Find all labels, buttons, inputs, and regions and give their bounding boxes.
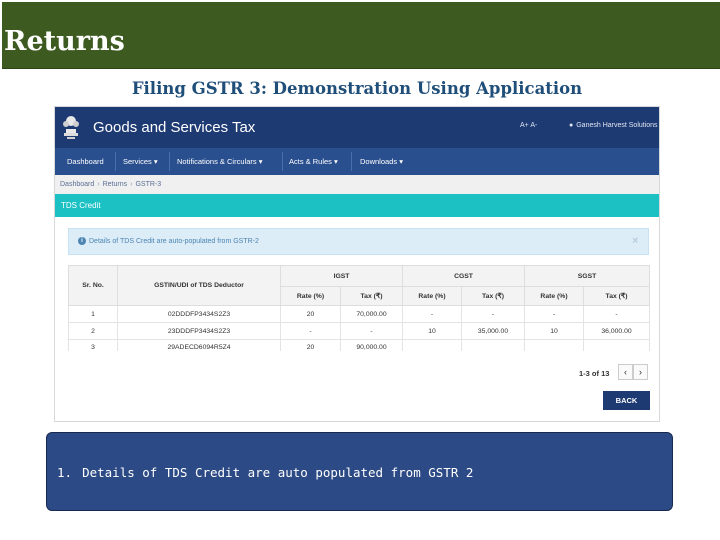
info-alert: i Details of TDS Credit are auto-populat… — [68, 228, 649, 255]
col-header-igst-rate: Rate (%) — [280, 286, 341, 306]
table-cell: 2 — [68, 322, 118, 340]
table-cell: 10 — [402, 322, 462, 340]
table-row: 1 02DDDFP3434S2Z3 20 70,000.00 - - - - — [68, 305, 651, 323]
table-cell: - — [402, 305, 462, 323]
table-cell: 3 — [68, 339, 118, 351]
slide-subtitle: Filing GSTR 3: Demonstration Using Appli… — [131, 79, 583, 98]
notes-box: 1. Details of TDS Credit are auto populat… — [46, 432, 673, 511]
section-title: TDS Credit — [61, 201, 101, 210]
table-cell — [583, 339, 651, 351]
info-icon: i — [78, 237, 86, 245]
col-header-igst: IGST — [280, 265, 403, 287]
back-button[interactable]: BACK — [603, 391, 650, 410]
table-cell: 20 — [280, 305, 341, 323]
table-cell: 36,000.00 — [583, 322, 651, 340]
col-header-sgst: SGST — [524, 265, 651, 287]
table-cell: - — [524, 305, 585, 323]
slide-title: Returns — [4, 26, 125, 57]
nav-notifications[interactable]: Notifications & Circulars ▾ — [177, 157, 262, 166]
pagination-summary: 1-3 of 13 — [579, 369, 610, 378]
lock-icon: ● — [569, 122, 574, 129]
table-cell: 20 — [280, 339, 341, 351]
breadcrumb-dashboard[interactable]: Dashboard — [60, 181, 94, 188]
table-cell: 29ADECD6094R5Z4 — [117, 339, 281, 351]
user-menu[interactable]: ● Ganesh Harvest Solutions — [569, 122, 658, 129]
slide-header: Returns — [2, 2, 720, 69]
note-text: Details of TDS Credit are auto populated… — [82, 465, 474, 480]
close-icon[interactable]: × — [632, 235, 638, 247]
table-cell: 70,000.00 — [340, 305, 403, 323]
nav-divider — [169, 152, 170, 171]
nav-dashboard[interactable]: Dashboard — [67, 157, 104, 166]
table-row: 2 23DDDFP3434S2Z3 - - 10 35,000.00 10 36… — [68, 322, 651, 340]
table-cell — [460, 339, 526, 351]
col-header-sgst-rate: Rate (%) — [524, 286, 585, 306]
col-header-cgst-tax: Tax (₹) — [460, 286, 526, 306]
breadcrumb-returns[interactable]: Returns — [103, 181, 128, 188]
emblem-icon — [63, 116, 79, 139]
info-alert-text: Details of TDS Credit are auto-populated… — [89, 238, 259, 245]
font-size-switch[interactable]: A+ A- — [520, 122, 537, 129]
portal-screenshot: Goods and Services Tax A+ A- ● Ganesh Har… — [54, 106, 660, 422]
table-cell — [524, 339, 585, 351]
table-cell: - — [340, 322, 403, 340]
table-cell: 35,000.00 — [460, 322, 526, 340]
table-cell: - — [583, 305, 651, 323]
table-cell: - — [460, 305, 526, 323]
breadcrumb-current: GSTR-3 — [135, 181, 162, 188]
table-cell: 02DDDFP3434S2Z3 — [117, 305, 281, 323]
breadcrumb-separator: › — [97, 181, 100, 188]
table-cell: - — [280, 322, 341, 340]
portal-brand[interactable]: Goods and Services Tax — [93, 119, 255, 136]
col-header-gstin: GSTIN/UDI of TDS Deductor — [117, 265, 281, 306]
portal-nav: Dashboard Services ▾ Notifications & Cir… — [55, 148, 659, 175]
nav-acts-rules[interactable]: Acts & Rules ▾ — [289, 157, 338, 166]
table-cell: 90,000.00 — [340, 339, 403, 351]
table-cell: 1 — [68, 305, 118, 323]
breadcrumb: Dashboard › Returns › GSTR-3 — [55, 175, 659, 194]
nav-services[interactable]: Services ▾ — [123, 157, 158, 166]
table-cell: 10 — [524, 322, 585, 340]
chevron-right-icon[interactable]: › — [633, 364, 648, 380]
table-row: 3 29ADECD6094R5Z4 20 90,000.00 — [68, 339, 651, 351]
tds-credit-table: Sr. No. GSTIN/UDI of TDS Deductor IGST C… — [68, 265, 651, 351]
table-cell: 23DDDFP3434S2Z3 — [117, 322, 281, 340]
table-cell — [402, 339, 462, 351]
nav-downloads[interactable]: Downloads ▾ — [360, 157, 403, 166]
nav-divider — [351, 152, 352, 171]
col-header-sr-no: Sr. No. — [68, 265, 118, 306]
nav-divider — [282, 152, 283, 171]
nav-divider — [115, 152, 116, 171]
portal-topbar: Goods and Services Tax A+ A- ● Ganesh Har… — [55, 107, 659, 148]
note-number: 1. — [57, 465, 73, 480]
col-header-cgst: CGST — [401, 265, 526, 287]
note-item: 1. Details of TDS Credit are auto populat… — [57, 465, 473, 480]
section-bar: TDS Credit — [55, 194, 659, 217]
chevron-left-icon[interactable]: ‹ — [618, 364, 633, 380]
col-header-igst-tax: Tax (₹) — [340, 286, 403, 306]
user-name: Ganesh Harvest Solutions — [576, 122, 658, 129]
breadcrumb-separator: › — [130, 181, 133, 188]
col-header-sgst-tax: Tax (₹) — [583, 286, 651, 306]
col-header-cgst-rate: Rate (%) — [402, 286, 462, 306]
